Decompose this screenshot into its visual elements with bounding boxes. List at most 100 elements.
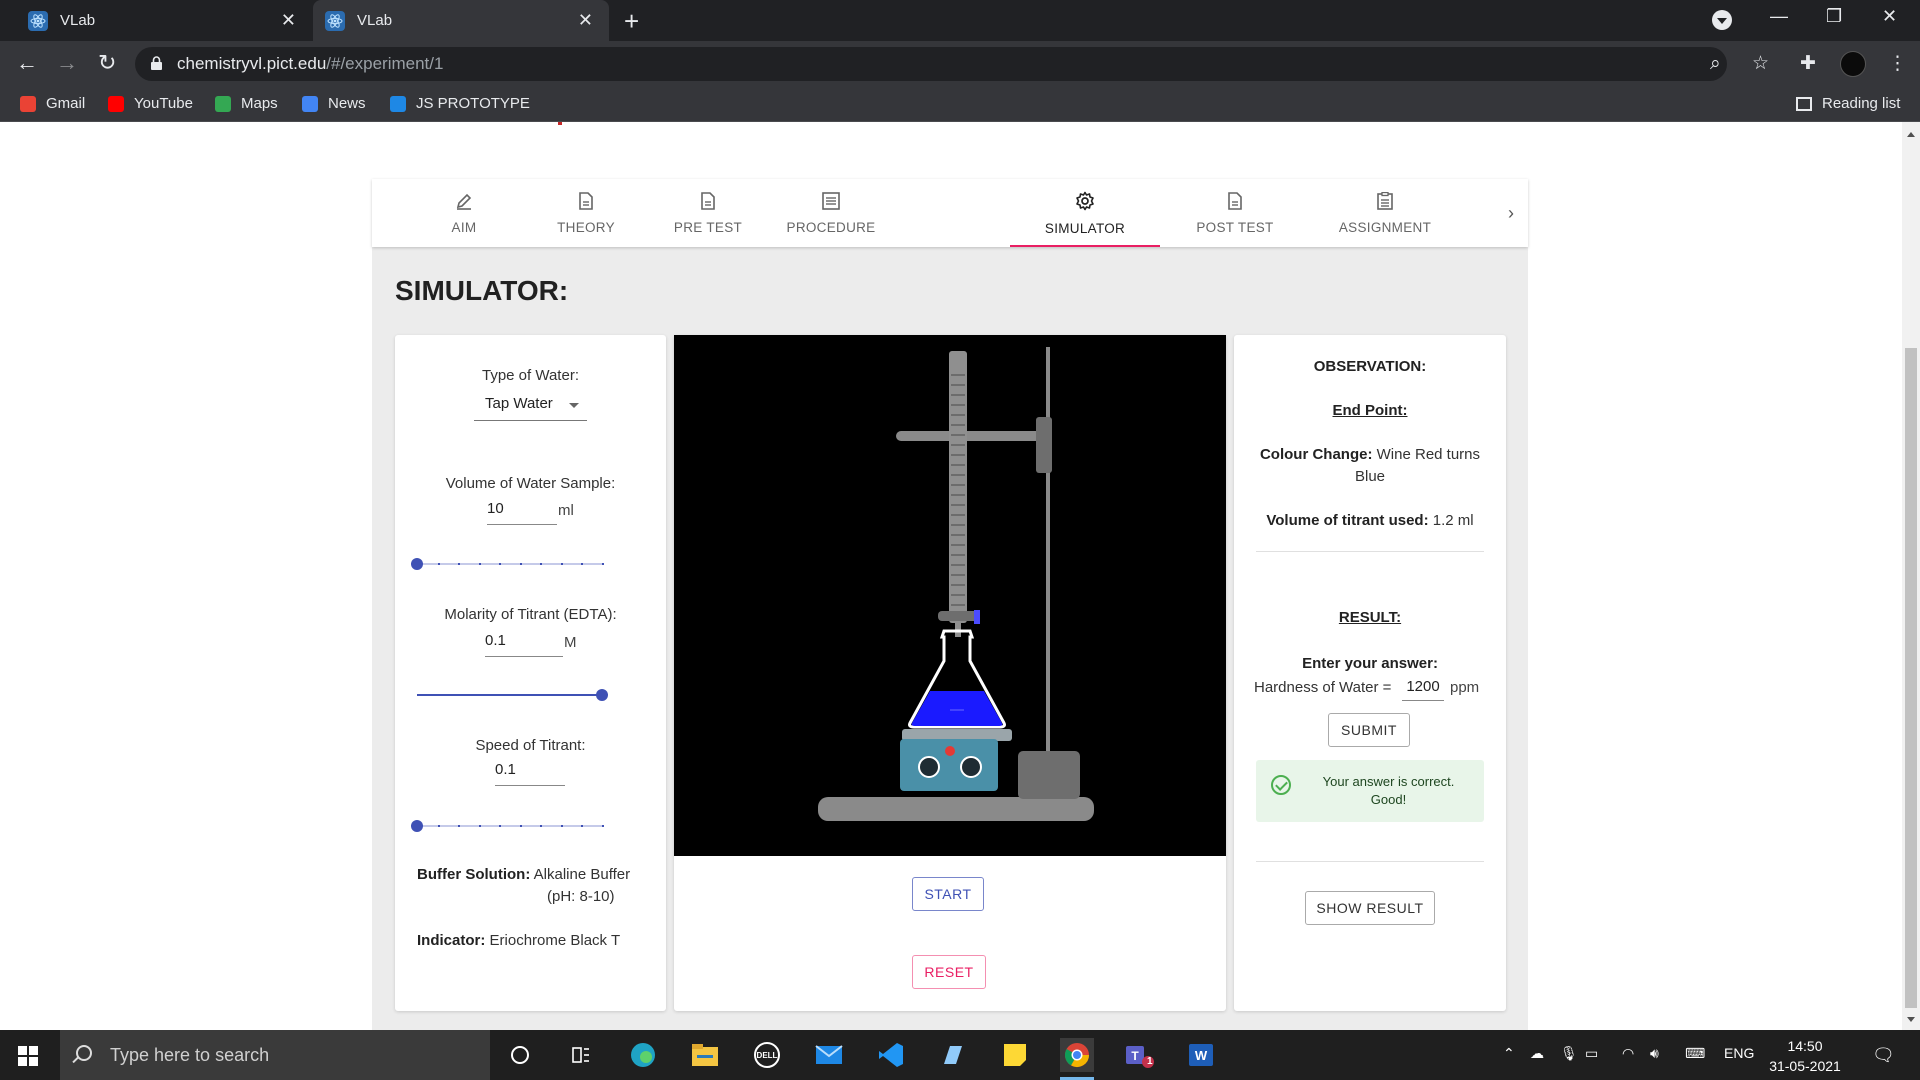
water-type-select[interactable]: Tap Water [474,391,587,421]
page-viewport: AIM THEORY PRE TEST PROCEDURE SIMULATOR … [0,122,1902,1030]
windows-taskbar: Type here to search DELL T1 W ⌃ ☁ 🎙︎ ▭ ◠… [0,1030,1920,1080]
browser-tab[interactable]: VLab ✕ [16,0,312,41]
success-line: Good! [1370,792,1407,807]
speed-slider[interactable] [411,819,647,833]
bookmark-youtube[interactable]: YouTube [108,95,193,112]
slider-tick [581,825,584,827]
forward-icon[interactable]: → [56,50,78,76]
molarity-slider[interactable] [417,688,647,702]
buffer-value: Alkaline Buffer [533,866,631,883]
close-icon[interactable]: ✕ [578,10,593,31]
slider-tick [478,825,481,827]
stand-rod [1046,347,1050,757]
maps-icon [215,95,231,112]
success-line: Your answer is correct. [1322,774,1455,789]
page-scrollbar[interactable] [1902,122,1920,1030]
keyboard-icon[interactable]: ⌨ [1685,1045,1705,1062]
show-hidden-icons[interactable]: ⌃ [1503,1045,1515,1062]
zoom-icon[interactable]: ⌕ [1710,53,1721,75]
window-close-icon[interactable]: ✕ [1882,6,1897,27]
url-text[interactable]: chemistryvl.pict.edu/#/experiment/1 [177,54,443,74]
taskbar-search[interactable]: Type here to search [60,1030,490,1080]
vscode-icon[interactable] [874,1038,908,1072]
react-icon [28,10,48,31]
task-view-icon[interactable] [564,1038,598,1072]
reload-icon[interactable]: ↻ [98,50,116,76]
slider-tick [540,563,543,565]
hardness-unit: ppm [1450,679,1480,696]
answer-prompt: Enter your answer: [1302,655,1438,672]
cortana-icon[interactable] [503,1038,537,1072]
colour-change-value-cont: Blue [1354,468,1386,485]
address-bar[interactable]: chemistryvl.pict.edu/#/experiment/1 ⌕ [135,47,1727,81]
molarity-input[interactable]: 0.1 [485,627,563,657]
new-tab-button[interactable]: + [624,6,639,37]
slider-tick [458,694,461,696]
slider-thumb[interactable] [411,820,423,832]
bookmark-news[interactable]: News [302,95,366,112]
back-icon[interactable]: ← [16,50,38,76]
file-explorer-icon[interactable] [688,1038,722,1072]
windows-start-icon[interactable] [18,1046,38,1066]
slider-tick [478,694,481,696]
menu-icon[interactable]: ⋮ [1888,52,1907,75]
scroll-up-icon[interactable] [1907,128,1915,137]
clock-time: 14:50 [1787,1038,1823,1054]
chevron-right-icon[interactable]: › [1508,203,1514,224]
speed-input[interactable]: 0.1 [495,756,565,786]
word-icon[interactable]: W [1184,1038,1218,1072]
volume-input[interactable]: 10 [487,495,557,525]
slider-thumb[interactable] [411,558,423,570]
tab-procedure[interactable]: PROCEDURE [756,179,906,247]
pen-app-icon[interactable] [936,1038,970,1072]
tab-search-icon[interactable] [1712,10,1732,30]
water-type-label: Type of Water: [482,367,579,384]
edge-icon[interactable] [626,1038,660,1072]
slider-tick [560,694,563,696]
reset-button[interactable]: RESET [912,955,986,989]
tab-assignment[interactable]: ASSIGNMENT [1310,179,1460,247]
slider-tick [458,563,461,565]
scroll-down-icon[interactable] [1907,1017,1915,1026]
slider-track [417,563,602,565]
volume-icon[interactable]: 🔊︎ [1650,1045,1659,1062]
document-icon [701,191,715,210]
reading-list-button[interactable]: Reading list [1796,95,1900,112]
notifications-icon[interactable]: 🗨︎ [1872,1045,1895,1066]
dell-icon[interactable]: DELL [750,1038,784,1072]
language-indicator[interactable]: ENG [1724,1045,1754,1061]
bookmark-maps[interactable]: Maps [215,95,278,112]
show-result-button[interactable]: SHOW RESULT [1305,891,1435,925]
bookmark-js-prototype[interactable]: JS PROTOTYPE [390,95,530,112]
minimize-icon[interactable]: — [1770,6,1788,27]
hardness-input[interactable]: 1200 [1402,675,1444,701]
microphone-icon[interactable]: 🎙︎ [1560,1045,1578,1062]
restore-icon[interactable]: ❐ [1826,6,1842,27]
chrome-icon[interactable] [1060,1038,1094,1080]
bookmark-gmail[interactable]: Gmail [20,95,85,112]
start-button[interactable]: START [912,877,984,911]
submit-button[interactable]: SUBMIT [1328,713,1410,747]
tab-post-test[interactable]: POST TEST [1160,179,1310,247]
close-icon[interactable]: ✕ [281,10,296,31]
system-clock[interactable]: 14:50 31-05-2021 [1760,1036,1850,1076]
browser-tab-active[interactable]: VLab ✕ [313,0,609,41]
indicator-value: Eriochrome Black T [489,932,621,949]
scrollbar-thumb[interactable] [1905,348,1917,1008]
extensions-icon[interactable]: ✚ [1800,52,1816,75]
tab-simulator[interactable]: SIMULATOR [1010,179,1160,247]
colour-change-value: Wine Red turns [1376,446,1481,463]
teams-icon[interactable]: T1 [1122,1038,1156,1072]
bookmark-star-icon[interactable]: ☆ [1752,52,1769,75]
youtube-icon [108,95,124,112]
sticky-notes-icon[interactable] [998,1038,1032,1072]
profile-avatar[interactable] [1840,51,1866,77]
titration-apparatus [818,347,1094,821]
wifi-icon[interactable]: ◠ [1622,1045,1634,1062]
volume-used-label: Volume of titrant used: [1266,512,1429,529]
tab-label: SIMULATOR [1044,220,1126,236]
mail-icon[interactable] [812,1038,846,1072]
onedrive-icon[interactable]: ☁ [1530,1045,1544,1062]
volume-slider[interactable] [411,557,647,571]
battery-icon[interactable]: ▭ [1585,1045,1598,1062]
